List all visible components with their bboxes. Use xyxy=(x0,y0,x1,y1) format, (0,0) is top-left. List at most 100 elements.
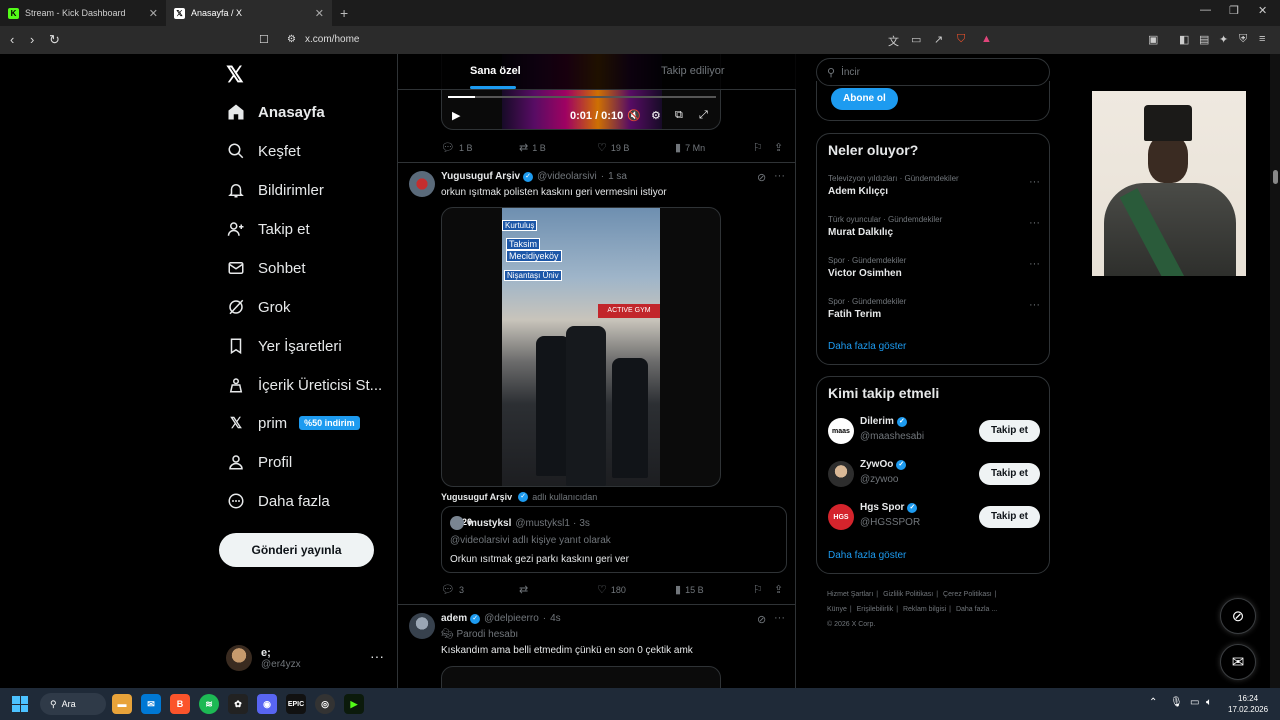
reader-icon[interactable]: ▣ xyxy=(1148,33,1158,46)
scrollbar-thumb[interactable] xyxy=(1273,170,1278,184)
post-button[interactable]: Gönderi yayınla xyxy=(219,533,374,567)
more-icon[interactable]: ··· xyxy=(1029,217,1040,229)
mail-app-icon[interactable]: ✉ xyxy=(141,694,161,714)
author-handle[interactable]: @delpieerro xyxy=(484,613,539,624)
account-switcher[interactable]: e; @er4yzx xyxy=(226,645,301,671)
sidebar-icon[interactable]: ◧ xyxy=(1179,33,1189,46)
post-time[interactable]: 4s xyxy=(550,613,561,624)
epic-games-icon[interactable]: EPIC xyxy=(286,694,306,714)
play-icon[interactable]: ▶ xyxy=(452,109,460,122)
more-icon[interactable]: ··· xyxy=(1029,299,1040,311)
quoted-post[interactable]: mustyksl @mustyksl1 · 3s @videolarsivi a… xyxy=(441,506,787,573)
footer-link[interactable]: Erişilebilirlik xyxy=(857,606,894,613)
wallet-icon[interactable]: ▤ xyxy=(1199,33,1209,46)
video-player[interactable]: Kurtuluş Taksim Mecidiyeköy Nişantaşı Ün… xyxy=(441,207,721,487)
nav-profile[interactable]: Profil xyxy=(226,450,292,474)
minimize-icon[interactable]: — xyxy=(1200,4,1211,16)
like-button[interactable]: ♡ 180 xyxy=(597,583,626,596)
nav-chat[interactable]: Sohbet xyxy=(226,256,306,280)
new-tab-button[interactable]: + xyxy=(340,5,348,21)
mute-icon[interactable]: 🔇 xyxy=(627,109,641,122)
cast-icon[interactable]: ▭ xyxy=(911,33,921,46)
nav-grok[interactable]: Grok xyxy=(226,295,291,319)
clock[interactable]: 16:24 17.02.2026 xyxy=(1228,693,1268,715)
trend-item[interactable]: Televizyon yıldızları · Gündemdekiler Ad… xyxy=(828,174,1040,197)
share-button[interactable]: ⇪ xyxy=(774,141,787,154)
share-icon[interactable]: ↗ xyxy=(934,33,943,46)
show-more-link[interactable]: Daha fazla göster xyxy=(828,341,906,352)
nav-home[interactable]: Anasayfa xyxy=(226,100,325,124)
footer-link[interactable]: Daha fazla ... xyxy=(956,606,997,613)
bookmark-page-icon[interactable]: ☐ xyxy=(259,33,269,46)
trend-item[interactable]: Türk oyuncular · Gündemdekiler Murat Dal… xyxy=(828,215,1040,238)
fullscreen-icon[interactable]: ⤢ xyxy=(699,109,708,122)
views-button[interactable]: ▮ 7 Mn xyxy=(675,141,705,154)
discord-icon[interactable]: ◉ xyxy=(257,694,277,714)
scrollbar[interactable] xyxy=(1270,54,1280,688)
more-icon[interactable]: ··· xyxy=(1029,258,1040,270)
tab-x-home[interactable]: 𝕏 Anasayfa / X ✕ xyxy=(166,0,332,26)
tab-kick[interactable]: K Stream - Kick Dashboard ✕ xyxy=(0,0,166,26)
account-more-icon[interactable]: ··· xyxy=(370,648,384,664)
follow-suggestion[interactable]: maas Dilerim ✓ @maashesabi Takip et xyxy=(828,416,1040,446)
close-icon[interactable]: ✕ xyxy=(149,7,158,20)
site-info-icon[interactable]: ⚙ xyxy=(287,34,296,45)
chatgpt-icon[interactable]: ✿ xyxy=(228,694,248,714)
grok-icon[interactable]: ⊘ xyxy=(757,613,766,626)
footer-link[interactable]: Künye xyxy=(827,606,847,613)
follow-button[interactable]: Takip et xyxy=(978,463,1040,485)
footer-link[interactable]: Çerez Politikası xyxy=(943,591,992,598)
pip-icon[interactable]: ⧉ xyxy=(675,109,683,122)
trend-item[interactable]: Spor · Gündemdekiler Victor Osimhen ··· xyxy=(828,256,1040,279)
video-progress-bar[interactable] xyxy=(448,96,716,98)
taskbar-search[interactable]: ⚲ Ara xyxy=(40,693,106,715)
avatar[interactable] xyxy=(409,171,435,197)
microphone-icon[interactable]: 🎙︎ xyxy=(1170,697,1183,708)
nav-explore[interactable]: Keşfet xyxy=(226,139,301,163)
x-logo[interactable]: 𝕏 xyxy=(226,62,244,88)
brave-icon[interactable]: B xyxy=(170,694,190,714)
messages-fab[interactable]: ✉ xyxy=(1220,644,1256,680)
nav-more[interactable]: Daha fazla xyxy=(226,489,330,513)
tray-chevron-icon[interactable]: ⌃ xyxy=(1149,697,1157,708)
forward-icon[interactable]: › xyxy=(30,32,34,47)
subscribe-button[interactable]: Abone ol xyxy=(831,88,898,110)
translate-icon[interactable]: 文 xyxy=(888,33,899,49)
close-icon[interactable]: ✕ xyxy=(315,7,324,20)
reply-button[interactable]: 💬︎ 1 B xyxy=(441,141,472,154)
tab-for-you[interactable]: Sana özel xyxy=(470,65,521,77)
share-button[interactable]: ⇪ xyxy=(774,583,787,596)
author-name[interactable]: adem xyxy=(441,613,467,624)
file-explorer-icon[interactable]: ▬ xyxy=(112,694,132,714)
vpn-icon[interactable]: ⛨ xyxy=(1239,33,1247,46)
follow-button[interactable]: Takip et xyxy=(978,420,1040,442)
reply-button[interactable]: 💬︎ 3 xyxy=(441,583,464,596)
spotify-icon[interactable]: ≋ xyxy=(199,694,219,714)
reload-icon[interactable]: ↻ xyxy=(49,32,60,48)
restore-icon[interactable]: ❐ xyxy=(1229,4,1239,17)
follow-suggestion[interactable]: HGS Hgs Spor ✓ @HGSSPOR Takip et xyxy=(828,502,1040,532)
post-time[interactable]: 1 sa xyxy=(608,171,627,182)
nav-follow[interactable]: Takip et xyxy=(226,217,310,241)
url-field[interactable]: x.com/home xyxy=(305,34,359,45)
footer-link[interactable]: Hizmet Şartları xyxy=(827,591,873,598)
author-name[interactable]: Yugusuguf Arşiv xyxy=(441,171,520,182)
start-button[interactable] xyxy=(12,696,28,712)
nav-premium[interactable]: 𝕏 prim %50 indirim xyxy=(226,411,360,435)
footer-link[interactable]: Gizlilik Politikası xyxy=(883,591,933,598)
trend-item[interactable]: Spor · Gündemdekiler Fatih Terim ··· xyxy=(828,297,1040,320)
show-more-link[interactable]: Daha fazla göster xyxy=(828,550,906,561)
follow-suggestion[interactable]: ZywOo ✓ @zywoo Takip et xyxy=(828,459,1040,489)
nav-bookmarks[interactable]: Yer İşaretleri xyxy=(226,334,342,358)
more-icon[interactable]: ··· xyxy=(774,170,785,182)
back-icon[interactable]: ‹ xyxy=(10,32,14,47)
volume-icon[interactable]: 🔈︎ xyxy=(1206,697,1212,708)
bookmark-button[interactable]: ⚐ xyxy=(753,141,767,154)
avatar[interactable] xyxy=(409,613,435,639)
network-icon[interactable]: ▭ xyxy=(1190,697,1199,708)
views-button[interactable]: ▮ 15 B xyxy=(675,583,704,596)
leo-icon[interactable]: ✦ xyxy=(1219,33,1228,46)
tab-following[interactable]: Takip ediliyor xyxy=(661,65,725,77)
settings-icon[interactable]: ⚙ xyxy=(651,109,661,122)
nav-notifications[interactable]: Bildirimler xyxy=(226,178,324,202)
